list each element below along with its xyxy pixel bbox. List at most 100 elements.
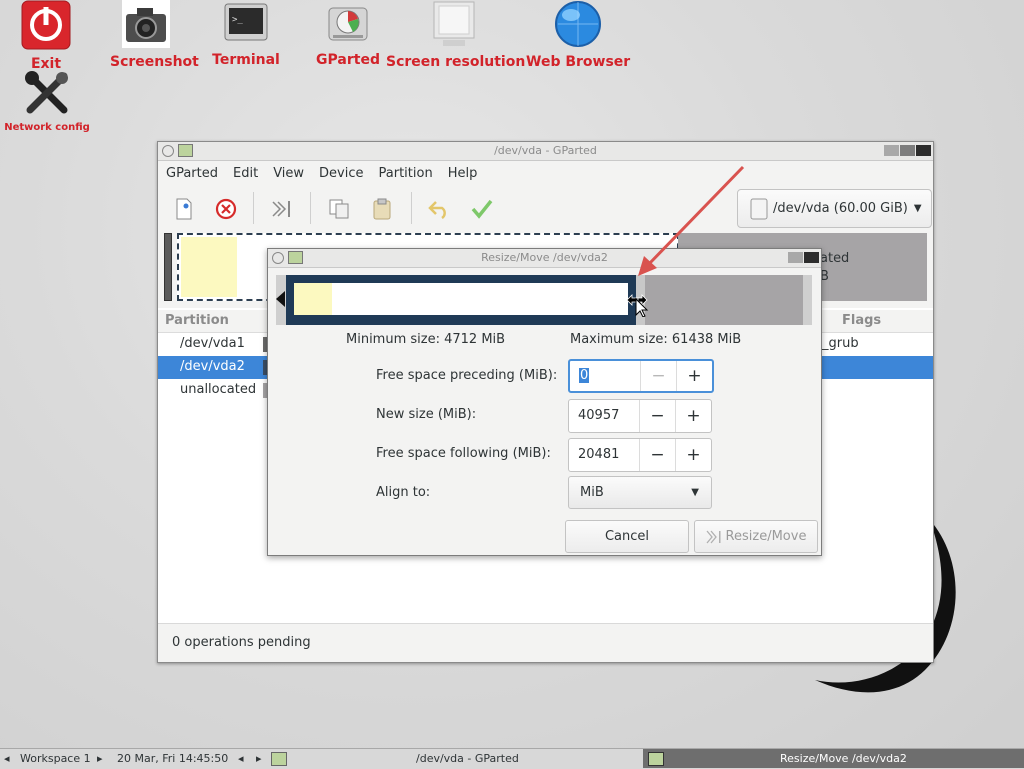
resize-move-icon (272, 201, 290, 217)
resize-area-right-edge (803, 275, 812, 325)
device-selector[interactable]: /dev/vda (60.00 GiB) ▼ (737, 189, 932, 228)
partition-name: /dev/vda2 (180, 359, 245, 374)
free-space-preceding-spinner[interactable]: 0 − + (568, 359, 714, 393)
apply-button[interactable] (469, 196, 495, 222)
free-space-preceding-input[interactable]: 0 (570, 361, 640, 391)
desktop-icon-terminal[interactable]: >_ Terminal (210, 0, 282, 68)
cancel-button[interactable]: Cancel (565, 520, 689, 553)
decrement-button[interactable]: − (640, 361, 676, 391)
minimize-button[interactable] (788, 252, 803, 263)
minimum-size-label: Minimum size: 4712 MiB (346, 332, 506, 347)
paste-button[interactable] (369, 196, 395, 222)
workspace-label[interactable]: Workspace 1 (20, 752, 91, 765)
align-to-label: Align to: (376, 485, 431, 500)
menubar: GParted Edit View Device Partition Help (158, 161, 933, 186)
desktop-icon-web-browser[interactable]: Web Browser (526, 0, 630, 70)
resize-left-handle[interactable] (276, 291, 285, 307)
decrement-button[interactable]: − (639, 400, 675, 432)
desktop-icon-label: Screenshot (110, 54, 199, 70)
task-prev-icon[interactable]: ◂ (238, 752, 244, 765)
desktop-icon-exit[interactable]: Exit (18, 0, 74, 72)
maximum-size-label: Maximum size: 61438 MiB (570, 332, 742, 347)
desktop-icon-network-config[interactable]: Network config (4, 70, 90, 133)
align-to-value: MiB (580, 485, 604, 500)
checkmark-icon (471, 199, 493, 219)
new-document-icon (176, 198, 192, 220)
tools-icon (25, 71, 68, 114)
disk-map-left-edge (164, 233, 172, 301)
resize-move-button-label: Resize/Move (725, 529, 807, 544)
new-size-spinner[interactable]: 40957 − + (568, 399, 712, 433)
resize-move-toolbar-button[interactable] (268, 196, 294, 222)
copy-button[interactable] (326, 196, 352, 222)
menu-help[interactable]: Help (448, 166, 478, 181)
undo-button[interactable] (426, 196, 452, 222)
desktop-icon-gparted[interactable]: GParted (312, 0, 384, 68)
desktop-icon-screen-resolution[interactable]: Screen resolution (386, 0, 525, 70)
new-size-input[interactable]: 40957 (569, 400, 639, 432)
menu-partition[interactable]: Partition (379, 166, 433, 181)
status-bar: 0 operations pending (158, 623, 933, 662)
resize-cursor-icon (626, 294, 649, 317)
free-space-following-label: Free space following (MiB): (376, 446, 551, 461)
column-header-flags[interactable]: Flags (842, 313, 881, 328)
main-titlebar[interactable]: /dev/vda - GParted (158, 142, 933, 161)
increment-button[interactable]: + (675, 400, 711, 432)
annotation-arrow-icon (638, 165, 745, 276)
task-dialog-icon (648, 752, 664, 766)
resize-partition-block[interactable] (286, 275, 636, 325)
task-resize-move[interactable]: Resize/Move /dev/vda2 (780, 752, 907, 765)
delete-icon (215, 198, 237, 220)
close-button[interactable] (804, 252, 819, 263)
new-partition-button[interactable] (171, 196, 197, 222)
clock: 20 Mar, Fri 14:45:50 (117, 752, 229, 765)
resize-graphic (276, 275, 812, 325)
resize-unallocated-area (636, 275, 803, 325)
undo-icon (428, 201, 446, 219)
task-next-icon[interactable]: ▸ (256, 752, 262, 765)
svg-text:>_: >_ (232, 15, 243, 25)
globe-icon (555, 1, 601, 47)
device-selector-label: /dev/vda (60.00 GiB) (773, 201, 908, 216)
menu-device[interactable]: Device (319, 166, 363, 181)
desktop-icon-label: Network config (4, 122, 90, 133)
toolbar: /dev/vda (60.00 GiB) ▼ (158, 186, 933, 231)
menu-gparted[interactable]: GParted (166, 166, 218, 181)
close-button[interactable] (916, 145, 931, 156)
align-to-select[interactable]: MiB ▼ (568, 476, 712, 509)
disk-icon (328, 7, 368, 41)
partition-name: unallocated (180, 382, 257, 397)
workspace-prev-icon[interactable]: ◂ (4, 752, 10, 765)
taskbar: ◂ Workspace 1 ▸ 20 Mar, Fri 14:45:50 ◂ ▸… (0, 748, 1024, 769)
operations-pending-status: 0 operations pending (172, 635, 311, 650)
camera-icon (122, 0, 170, 48)
menu-view[interactable]: View (273, 166, 304, 181)
increment-button[interactable]: + (675, 439, 711, 471)
monitor-icon (433, 1, 475, 46)
menu-edit[interactable]: Edit (233, 166, 258, 181)
desktop-icon-label: Web Browser (526, 54, 631, 70)
workspace-next-icon[interactable]: ▸ (97, 752, 103, 765)
desktop-icon-label: Terminal (212, 52, 280, 68)
paste-icon (373, 198, 391, 220)
partition-flags: _grub (822, 336, 859, 351)
decrement-button[interactable]: − (639, 439, 675, 471)
maximize-button[interactable] (900, 145, 915, 156)
desktop-icon-label: GParted (316, 52, 380, 68)
column-header-partition[interactable]: Partition (165, 313, 229, 328)
cancel-button-label: Cancel (604, 529, 650, 544)
minimize-button[interactable] (884, 145, 899, 156)
task-gparted[interactable]: /dev/vda - GParted (416, 752, 519, 765)
copy-icon (329, 199, 349, 219)
increment-button[interactable]: + (676, 361, 712, 391)
power-icon (21, 0, 71, 50)
delete-partition-button[interactable] (213, 196, 239, 222)
disk-map-unallocated-label: ated (820, 251, 850, 266)
task-gparted-icon (271, 752, 287, 766)
free-space-following-input[interactable]: 20481 (569, 439, 639, 471)
free-space-following-spinner[interactable]: 20481 − + (568, 438, 712, 472)
window-title: /dev/vda - GParted (494, 144, 597, 157)
desktop-icon-screenshot[interactable]: Screenshot (110, 0, 199, 70)
resize-move-button[interactable]: Resize/Move (694, 520, 818, 553)
terminal-icon: >_ (224, 3, 268, 41)
